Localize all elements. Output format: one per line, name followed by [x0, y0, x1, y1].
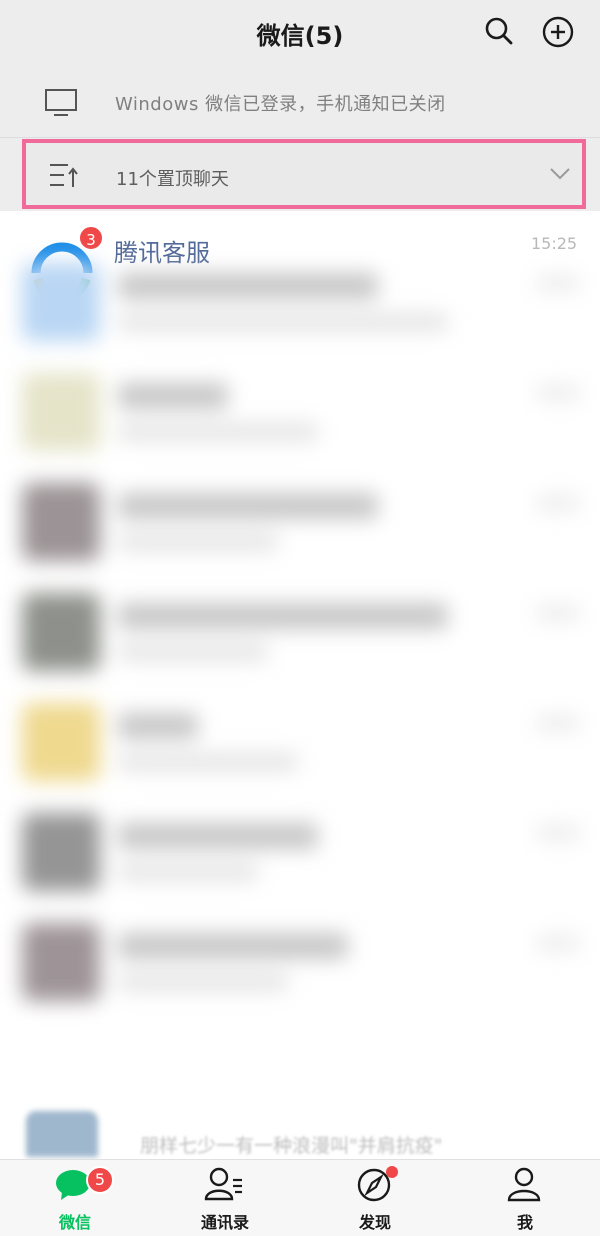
add-circle-icon[interactable]	[542, 16, 574, 48]
unread-badge: 3	[78, 225, 104, 251]
tab-discover[interactable]: 发现	[300, 1160, 450, 1236]
blurred-chats	[0, 251, 600, 1159]
desktop-login-banner[interactable]: Windows 微信已登录，手机通知已关闭	[0, 66, 600, 138]
top-bar: 微信(5)	[0, 0, 600, 66]
avatar	[26, 1111, 98, 1157]
pinned-chats-row[interactable]: 11个置顶聊天	[22, 139, 586, 209]
unread-badge: 5	[86, 1166, 114, 1194]
tab-label: 我	[516, 1213, 533, 1232]
search-icon[interactable]	[484, 16, 514, 46]
monitor-icon	[45, 89, 77, 116]
banner-text: Windows 微信已登录，手机通知已关闭	[115, 94, 446, 115]
new-moments-dot	[386, 1166, 398, 1178]
tab-me[interactable]: 我	[450, 1160, 600, 1236]
tab-contacts[interactable]: 通讯录	[150, 1160, 300, 1236]
chat-list[interactable]: 3 腾讯客服 15:25 朋样七少一有一种浪漫叫"并肩抗疫"	[0, 211, 600, 1159]
tab-label: 通讯录	[200, 1213, 249, 1232]
tab-label: 微信	[58, 1213, 91, 1232]
chevron-down-icon	[550, 168, 570, 180]
contacts-icon	[204, 1167, 242, 1201]
chat-preview: 朋样七少一有一种浪漫叫"并肩抗疫"	[140, 1135, 443, 1157]
person-icon	[507, 1167, 541, 1202]
tab-label: 发现	[358, 1213, 391, 1232]
tab-chats[interactable]: 5 微信	[0, 1160, 150, 1236]
bottom-tab-bar: 5 微信 通讯录 发现 我	[0, 1159, 600, 1236]
pin-top-icon	[50, 164, 78, 187]
pinned-chats-label: 11个置顶聊天	[116, 169, 229, 190]
